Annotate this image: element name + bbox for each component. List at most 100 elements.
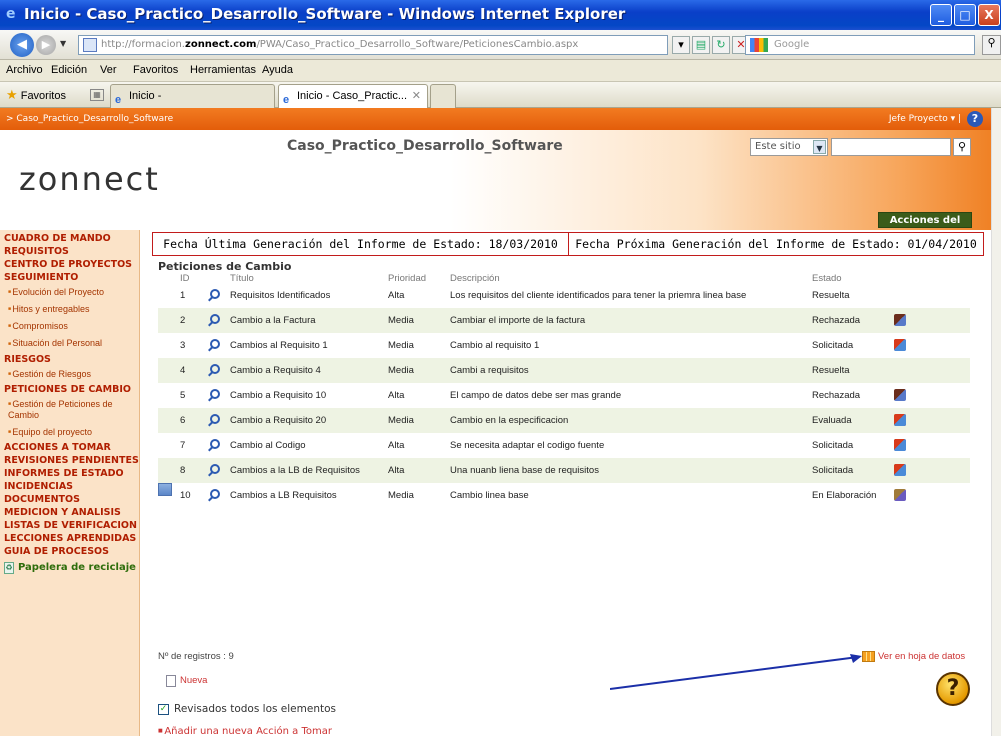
compatibility-icon[interactable]: ▤ [692,36,710,54]
close-button[interactable]: X [978,4,1000,26]
menu-herramientas[interactable]: Herramientas [190,64,256,76]
search-go-icon[interactable]: ⚲ [982,35,1001,55]
site-title[interactable]: Caso_Practico_Desarrollo_Software [287,138,563,154]
cell-titulo[interactable]: Cambio al Codigo [230,433,306,458]
table-row[interactable]: 4 Cambio a Requisito 4 Media Cambi a requis… [158,358,970,383]
new-tab-button[interactable] [430,84,456,108]
nav-item[interactable]: DOCUMENTOS [0,493,139,506]
breadcrumb[interactable]: > Caso_Practico_Desarrollo_Software [6,108,173,130]
view-item-icon[interactable] [210,364,220,374]
nav-item[interactable]: INFORMES DE ESTADO [0,467,139,480]
nav-item[interactable]: Gestión de Peticiones de Cambio [0,396,139,423]
cell-titulo[interactable]: Cambios a LB Requisitos [230,483,337,508]
nav-item[interactable]: INCIDENCIAS [0,480,139,493]
address-input[interactable]: http://formacion.zonnect.com/PWA/Caso_Pr… [78,35,668,55]
nav-item[interactable]: Gestión de Riesgos [0,366,139,382]
table-row[interactable]: 7 Cambio al Codigo Alta Se necesita adaptar… [158,433,970,458]
nav-item[interactable]: Situación del Personal [0,335,139,351]
nav-item[interactable]: ACCIONES A TOMAR [0,441,139,454]
table-row[interactable]: 1 Requisitos Identificados Alta Los requisi… [158,283,970,308]
web-search-input[interactable]: Google [745,35,975,55]
cell-titulo[interactable]: Cambios a la LB de Requisitos [230,458,360,483]
cell-titulo[interactable]: Cambio a Requisito 20 [230,408,326,433]
eval-icon[interactable] [894,489,906,501]
cell-prioridad: Media [388,315,414,326]
reject-icon[interactable] [894,339,906,351]
cell-titulo[interactable]: Requisitos Identificados [230,283,330,308]
nav-item[interactable]: LISTAS DE VERIFICACION [0,519,139,532]
reject-icon[interactable] [894,414,906,426]
nav-item[interactable]: Equipo del proyecto [0,424,139,440]
page-content: > Caso_Practico_Desarrollo_Software Jefe… [0,108,1001,736]
table-row[interactable]: 2 Cambio a la Factura Media Cambiar el impo… [158,308,970,333]
add-action-link[interactable]: Añadir una nueva Acción a Tomar [158,726,332,736]
view-item-icon[interactable] [210,489,220,499]
view-item-icon[interactable] [210,439,220,449]
reject-icon[interactable] [894,439,906,451]
tab-close-icon[interactable]: ✕ [412,85,421,107]
table-row[interactable]: 6 Cambio a Requisito 20 Media Cambio en la … [158,408,970,433]
history-dropdown-icon[interactable]: ▼ [60,39,66,48]
cell-titulo[interactable]: Cambio a la Factura [230,308,316,333]
nav-item[interactable]: PETICIONES DE CAMBIO [0,383,139,396]
checkbox-checked[interactable]: ✓ [158,704,169,715]
view-item-icon[interactable] [210,289,220,299]
site-search-input[interactable] [831,138,951,156]
nav-item[interactable]: Hitos y entregables [0,301,139,317]
view-item-icon[interactable] [210,314,220,324]
nav-item[interactable]: LECCIONES APRENDIDAS [0,532,139,545]
nav-item[interactable]: REVISIONES PENDIENTES [0,454,139,467]
menu-ayuda[interactable]: Ayuda [262,64,293,76]
favorites-button[interactable]: ★ Favoritos [6,87,66,103]
page-scrollbar[interactable] [991,108,1001,736]
back-button[interactable]: ◀ [10,33,34,57]
user-menu[interactable]: Jefe Proyecto ▾ | [889,108,961,130]
view-item-icon[interactable] [210,389,220,399]
window-title-bar: e Inicio - Caso_Practico_Desarrollo_Soft… [0,0,1001,30]
view-item-icon[interactable] [210,414,220,424]
nav-item[interactable]: GUIA DE PROCESOS [0,545,139,558]
minimize-button[interactable]: _ [930,4,952,26]
refresh-icon[interactable]: ↻ [712,36,730,54]
menu-archivo[interactable]: Archivo [6,64,43,76]
maximize-button[interactable]: □ [954,4,976,26]
row-select-icon[interactable] [158,483,172,496]
new-item-link[interactable]: Nueva [166,675,207,687]
reject-icon[interactable] [894,464,906,476]
site-actions-button[interactable]: Acciones del sitio ▾ [878,212,972,242]
nav-item[interactable]: MEDICION Y ANALISIS [0,506,139,519]
site-search-icon[interactable]: ⚲ [953,138,971,156]
tab-caso-practico[interactable]: e Inicio - Caso_Practic... ✕ [278,84,428,108]
table-row[interactable]: 3 Cambios al Requisito 1 Media Cambio al re… [158,333,970,358]
menu-edicion[interactable]: Edición [51,64,87,76]
tab-inicio[interactable]: e Inicio - [110,84,275,108]
approve-icon[interactable] [894,314,906,326]
forward-button[interactable]: ▶ [36,35,56,55]
table-row[interactable]: 10 Cambios a LB Requisitos Media Cambio lin… [158,483,970,508]
cell-titulo[interactable]: Cambio a Requisito 4 [230,358,321,383]
view-item-icon[interactable] [210,464,220,474]
cell-titulo[interactable]: Cambio a Requisito 10 [230,383,326,408]
menu-favoritos[interactable]: Favoritos [133,64,178,76]
reviewed-checkbox-row[interactable]: ✓ Revisados todos los elementos [158,703,336,715]
nav-item[interactable]: Compromisos [0,318,139,334]
table-row[interactable]: 5 Cambio a Requisito 10 Alta El campo de da… [158,383,970,408]
approve-icon[interactable] [894,389,906,401]
nav-item[interactable]: RIESGOS [0,353,139,366]
help-icon[interactable]: ? [967,111,983,127]
menu-ver[interactable]: Ver [100,64,117,76]
search-scope-select[interactable]: Este sitio ▼ [750,138,828,156]
cell-prioridad: Alta [388,465,405,476]
table-row[interactable]: 8 Cambios a la LB de Requisitos Alta Una nu… [158,458,970,483]
nav-item[interactable]: CENTRO DE PROYECTOS [0,258,139,271]
quick-tabs-icon[interactable]: ▦ [90,89,104,101]
view-item-icon[interactable] [210,339,220,349]
cell-titulo[interactable]: Cambios al Requisito 1 [230,333,328,358]
address-dropdown-icon[interactable]: ▾ [672,36,690,54]
nav-item[interactable]: Evolución del Proyecto [0,284,139,300]
list-title[interactable]: Peticiones de Cambio [158,260,291,273]
nav-item[interactable]: SEGUIMIENTO [0,271,139,284]
nav-item[interactable]: CUADRO DE MANDO [0,232,139,245]
nav-item[interactable]: REQUISITOS [0,245,139,258]
recycle-bin-link[interactable]: ♻ Papelera de reciclaje [0,561,139,574]
